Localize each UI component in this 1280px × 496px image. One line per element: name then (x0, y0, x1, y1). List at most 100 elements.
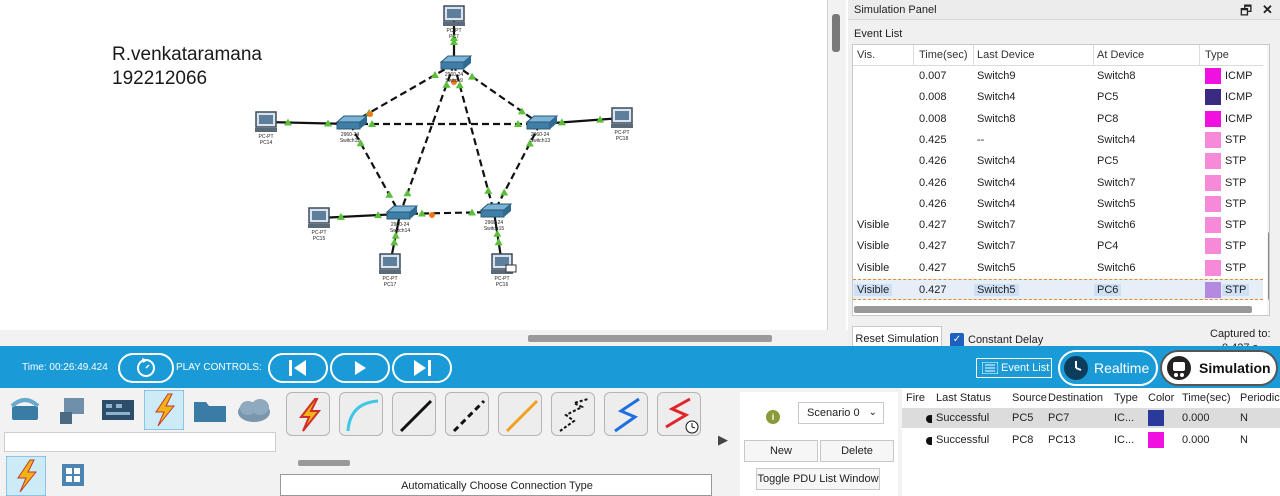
phone-cable-button[interactable] (551, 392, 595, 436)
event-list-scrollbar[interactable] (1267, 45, 1269, 315)
col-header-periodic[interactable]: Periodic (1240, 392, 1280, 404)
event-type: ICMP (1225, 112, 1253, 125)
restore-window-icon[interactable]: 🗗 (1240, 2, 1252, 24)
collapse-arrow-icon[interactable]: ▶ (718, 432, 728, 448)
components-category-icon[interactable] (100, 392, 136, 428)
new-scenario-button[interactable]: New (744, 440, 818, 462)
col-header-vis[interactable]: Vis. (857, 49, 875, 61)
power-cycle-button[interactable] (118, 353, 174, 383)
event-row[interactable]: 0.425 -- Switch4 STP (853, 130, 1263, 151)
link-up-indicator (390, 238, 399, 246)
col-header-time[interactable]: Time(sec) (919, 49, 967, 61)
close-icon[interactable]: ✕ (1262, 2, 1273, 18)
switch-device[interactable]: 2960-24Switch12 (335, 115, 369, 144)
coaxial-cable-button[interactable] (604, 392, 648, 436)
fiber-cable-button[interactable] (498, 392, 542, 436)
event-row[interactable]: 0.007 Switch9 Switch8 ICMP (853, 66, 1263, 87)
scroll-thumb[interactable] (528, 335, 772, 342)
event-last-device: Switch4 (977, 91, 1016, 104)
serial-dce-cable-button[interactable] (657, 392, 701, 436)
col-header-fire[interactable]: Fire (906, 392, 925, 404)
constant-delay-checkbox[interactable]: ✓ (950, 333, 964, 347)
pc-device[interactable]: PC-PTPC15 (308, 207, 330, 242)
multiuser-category-icon[interactable] (236, 392, 272, 428)
simulation-mode-button[interactable]: Simulation (1160, 350, 1278, 386)
device-name-label: PC7 (449, 34, 459, 40)
pc-device[interactable]: PC-PTPC16 (491, 253, 517, 288)
col-header-time[interactable]: Time(sec) (1182, 392, 1230, 404)
pdu-destination: PC7 (1048, 412, 1070, 424)
event-row[interactable]: Visible 0.427 Switch5 Switch6 STP (853, 258, 1263, 279)
col-header-color[interactable]: Color (1148, 392, 1174, 404)
event-row[interactable]: Visible 0.427 Switch7 Switch6 STP (853, 215, 1263, 236)
selected-connection-type-icon[interactable] (6, 456, 46, 496)
col-header-last-status[interactable]: Last Status (936, 392, 991, 404)
event-row[interactable]: 0.008 Switch8 PC8 ICMP (853, 109, 1263, 130)
workspace-vertical-scrollbar[interactable] (828, 0, 846, 330)
event-color-swatch (1205, 68, 1221, 84)
event-list-table[interactable]: Vis. Time(sec) Last Device At Device Typ… (852, 44, 1270, 316)
pc-device[interactable]: PC-PTPC14 (255, 111, 277, 146)
pc-device[interactable]: PC-PTPC18 (611, 107, 633, 142)
fire-indicator-icon[interactable] (926, 415, 932, 423)
fire-indicator-icon[interactable] (926, 437, 932, 445)
toggle-pdu-list-button[interactable]: Toggle PDU List Window (756, 468, 880, 490)
pc-device[interactable]: PC-PTPC7 (443, 5, 465, 40)
auto-lightning-icon (298, 398, 322, 432)
connection-scroll-thumb[interactable] (298, 460, 350, 466)
col-header-type[interactable]: Type (1205, 49, 1229, 61)
device-name-label: PC16 (496, 282, 509, 288)
back-button[interactable] (268, 353, 328, 383)
event-row[interactable]: 0.008 Switch4 PC5 ICMP (853, 87, 1263, 108)
pdu-source: PC5 (1012, 412, 1034, 424)
link-up-indicator (403, 189, 412, 197)
crossover-cable-button[interactable] (445, 392, 489, 436)
network-devices-category-icon[interactable] (8, 392, 44, 428)
capture-forward-button[interactable] (392, 353, 452, 383)
simulation-label: Simulation (1199, 360, 1271, 376)
col-header-last-device[interactable]: Last Device (977, 49, 1034, 61)
col-header-type[interactable]: Type (1114, 392, 1138, 404)
connection-description: Automatically Choose Connection Type (401, 480, 593, 492)
event-color-swatch (1205, 153, 1221, 170)
grid-view-icon[interactable] (60, 462, 86, 488)
play-button[interactable] (330, 353, 390, 383)
workspace-horizontal-scrollbar[interactable] (0, 330, 848, 346)
pdu-list-table[interactable]: Fire Last Status Source Destination Type… (902, 388, 1280, 496)
event-row[interactable]: 0.426 Switch4 Switch7 STP (853, 173, 1263, 194)
pc-device[interactable]: PC-PTPC17 (379, 253, 401, 288)
pdu-row[interactable]: Successful PC8 PC13 IC... 0.000 N (902, 430, 1280, 450)
event-row[interactable]: 0.426 Switch4 PC5 STP (853, 151, 1263, 172)
event-row[interactable]: Visible 0.427 Switch7 PC4 STP (853, 236, 1263, 257)
switch-device[interactable]: 2960-24Switch13 (525, 115, 559, 144)
auto-connection-button[interactable] (286, 392, 330, 436)
miscellaneous-category-icon[interactable] (192, 392, 228, 428)
event-last-device: Switch9 (977, 70, 1016, 82)
end-devices-category-icon[interactable] (54, 392, 90, 428)
logical-workspace[interactable]: R.venkataramana 192212066 PC-PT PC7 PC-PT P… (0, 0, 828, 330)
event-list-toggle-button[interactable]: Event List (976, 358, 1052, 378)
pdu-type: IC... (1114, 434, 1135, 446)
event-color-swatch (1205, 238, 1221, 255)
play-icon (355, 361, 366, 375)
col-header-destination[interactable]: Destination (1048, 392, 1103, 404)
pdu-row[interactable]: Successful PC5 PC7 IC... 0.000 N (902, 408, 1280, 428)
device-name-label: Switch9 (445, 78, 463, 84)
straight-through-cable-button[interactable] (392, 392, 436, 436)
col-header-at-device[interactable]: At Device (1097, 49, 1144, 61)
event-row[interactable]: Visible 0.427 Switch5 PC6 STP (853, 279, 1263, 300)
col-header-source[interactable]: Source (1012, 392, 1047, 404)
scenario-select[interactable]: Scenario 0 ⌄ (798, 402, 884, 424)
console-cable-button[interactable] (339, 392, 383, 436)
realtime-mode-button[interactable]: Realtime (1058, 350, 1158, 386)
crossover-cable-icon (452, 399, 486, 433)
info-icon[interactable]: i (766, 410, 780, 424)
event-row[interactable]: 0.426 Switch4 Switch5 STP (853, 194, 1263, 215)
delete-scenario-button[interactable]: Delete (820, 440, 894, 462)
event-table-header: Vis. Time(sec) Last Device At Device Typ… (853, 45, 1263, 66)
scroll-thumb[interactable] (1268, 231, 1269, 301)
scroll-thumb[interactable] (832, 14, 840, 52)
connections-category-icon[interactable] (144, 390, 184, 430)
switch-device[interactable]: 2960-24Switch14 (385, 205, 419, 234)
event-list-horizontal-scroll-thumb[interactable] (854, 306, 1252, 313)
